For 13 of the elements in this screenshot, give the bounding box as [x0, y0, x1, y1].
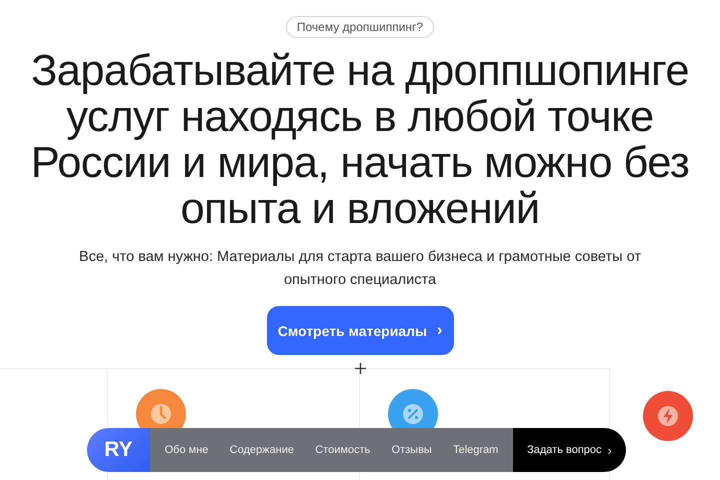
nav-link[interactable]: Telegram [453, 444, 498, 456]
nav-link[interactable]: Отзывы [392, 444, 432, 456]
lightning-icon [643, 391, 693, 441]
headline: Зарабатывайте на дроппшопинге услуг находясь в любой точке России и мира, начать можно без опыта и вложений [30, 48, 690, 232]
subtitle: Все, что вам нужно: Материалы для старта вашего бизнеса и грамотные советы от опытного специалиста [78, 248, 642, 290]
logo[interactable]: RY [87, 428, 150, 472]
view-materials-button[interactable]: Смотреть материалы › [266, 306, 454, 355]
nav-link[interactable]: Стоимость [315, 444, 370, 456]
nav-link[interactable]: Содержание [230, 444, 294, 456]
section-badge: Почему дропшиппинг? [286, 16, 434, 38]
nav-link[interactable]: Обо мне [164, 444, 208, 456]
plus-icon [355, 363, 366, 374]
ask-question-button[interactable]: Задать вопрос › [513, 428, 626, 472]
